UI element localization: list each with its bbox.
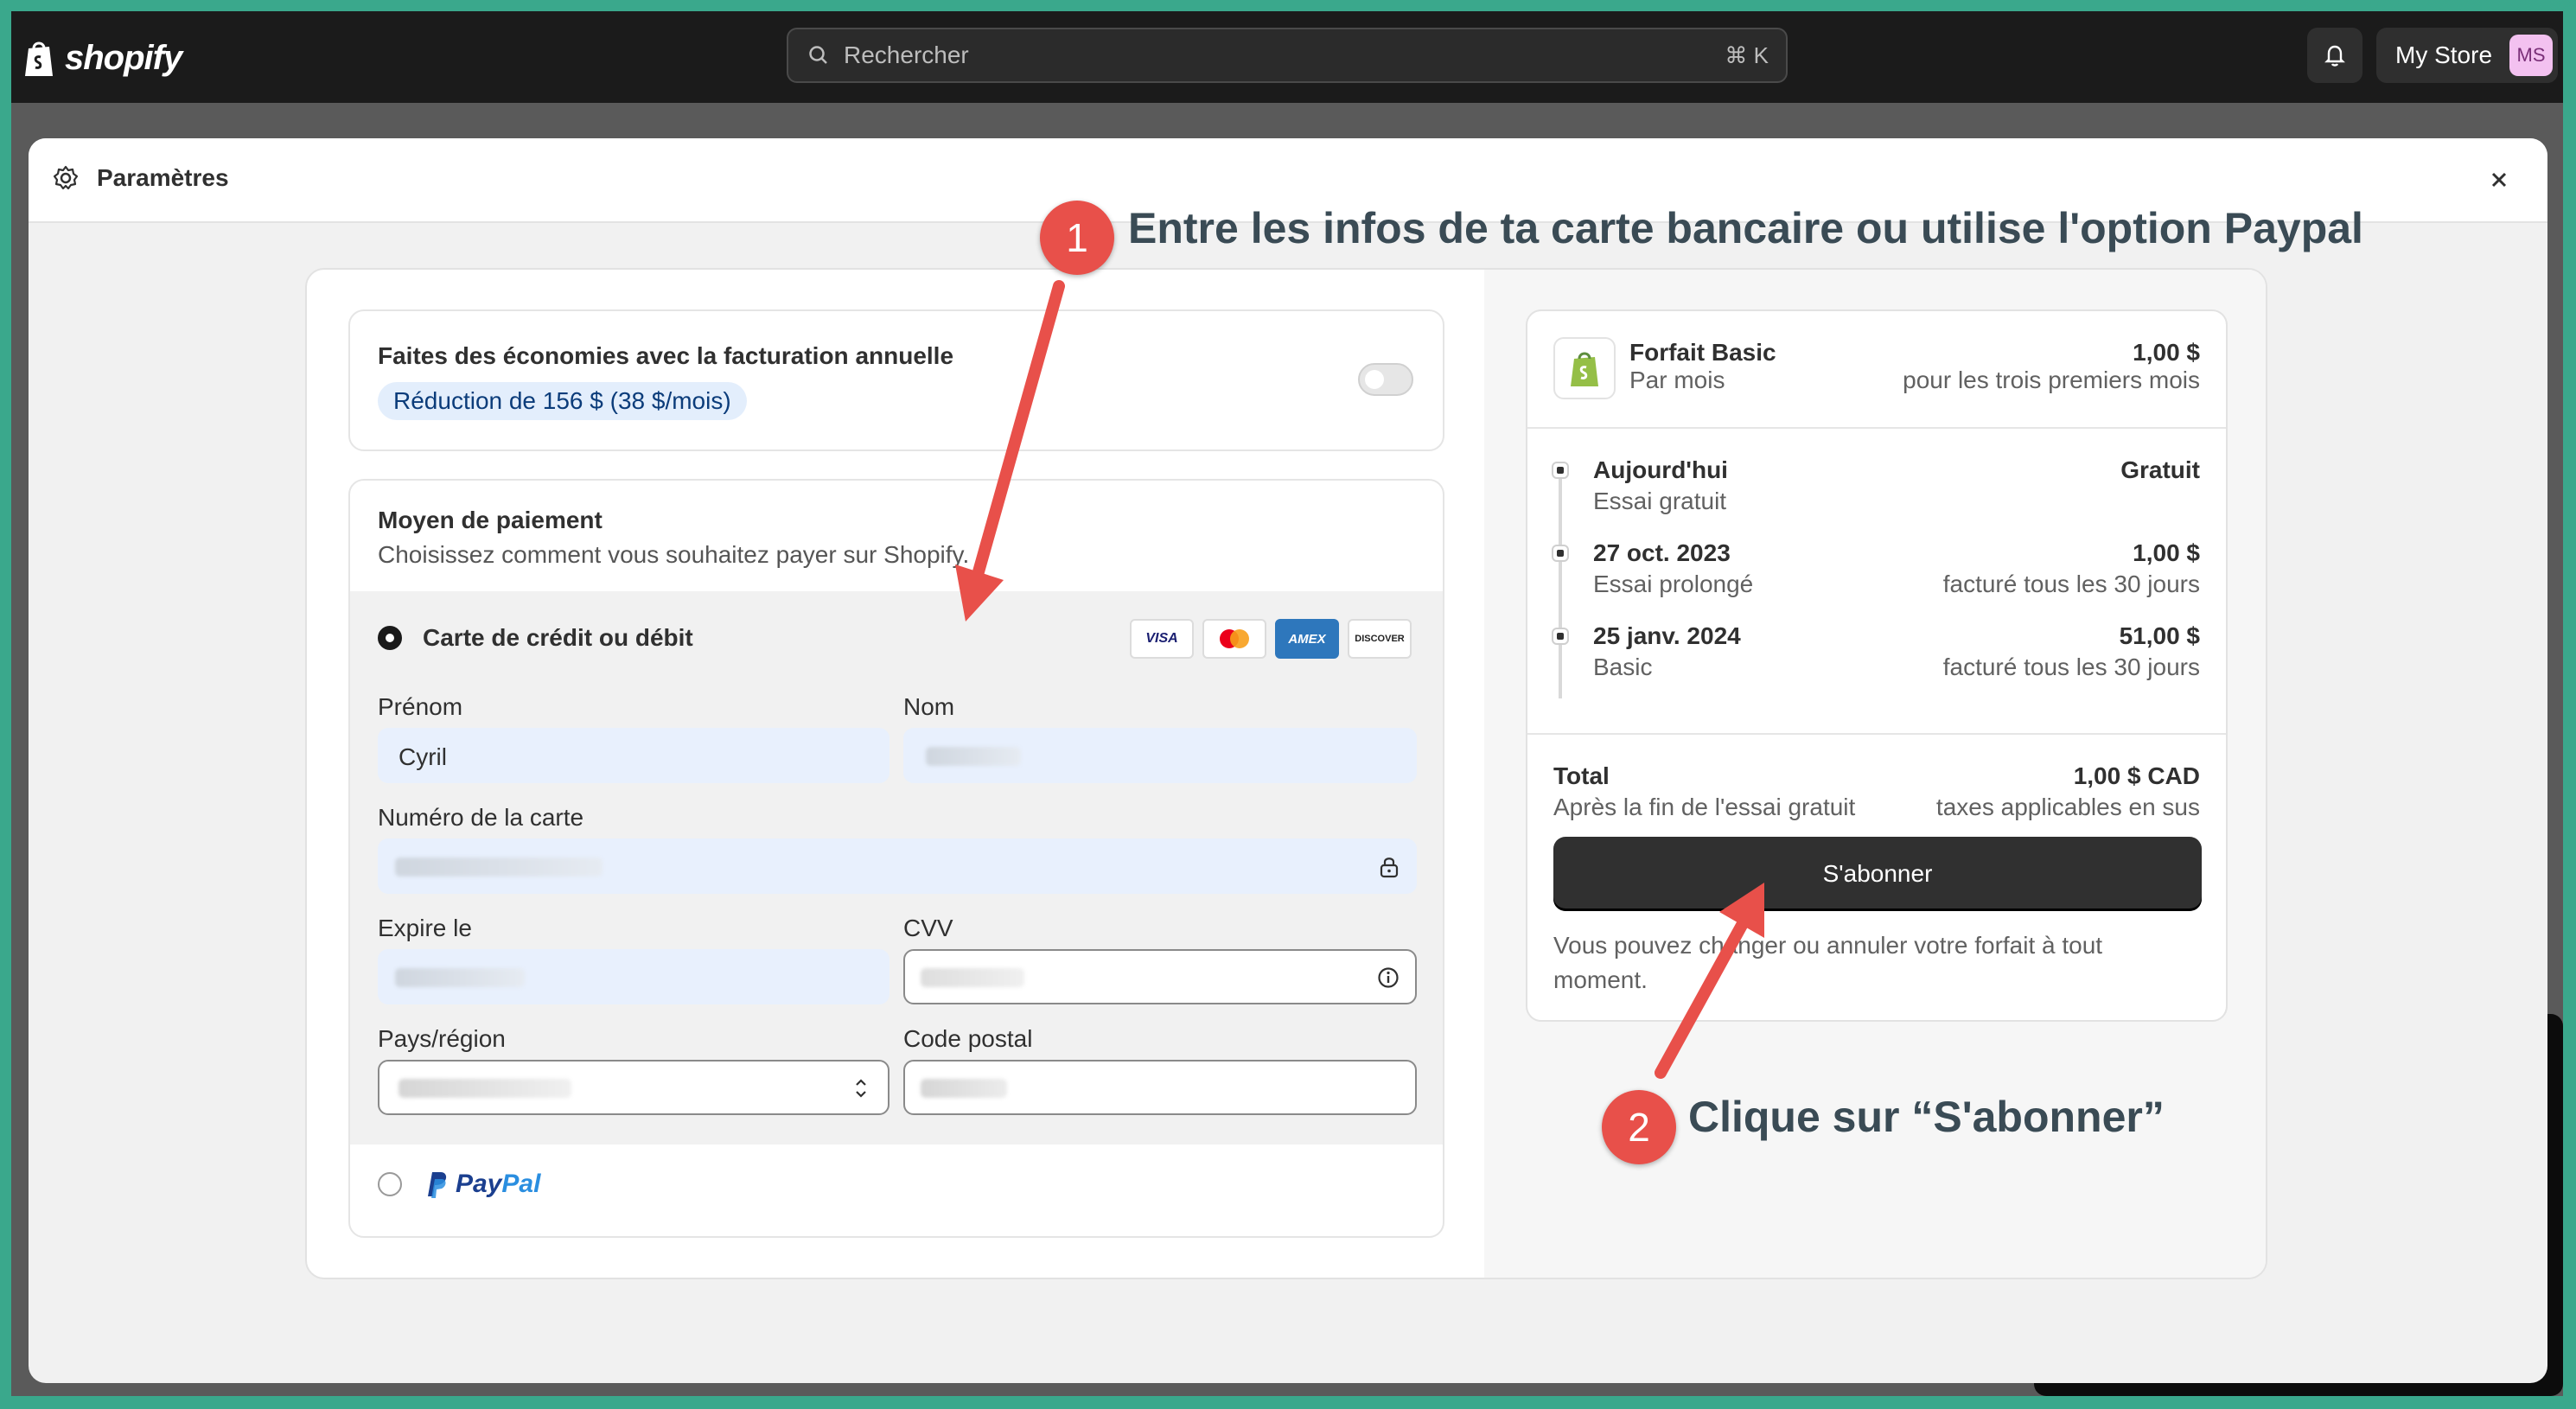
step-2-marker: 2: [1602, 1090, 1676, 1164]
step-1-marker: 1: [1040, 201, 1114, 275]
app-frame: shopify Rechercher ⌘ K My Store MS Param…: [11, 11, 2563, 1396]
arrow-1: [955, 280, 1065, 622]
arrow-2: [1655, 883, 1764, 1079]
step-1-text: Entre les infos de ta carte bancaire ou …: [1128, 204, 2363, 252]
step-2-text: Clique sur “S'abonner”: [1688, 1093, 2165, 1141]
